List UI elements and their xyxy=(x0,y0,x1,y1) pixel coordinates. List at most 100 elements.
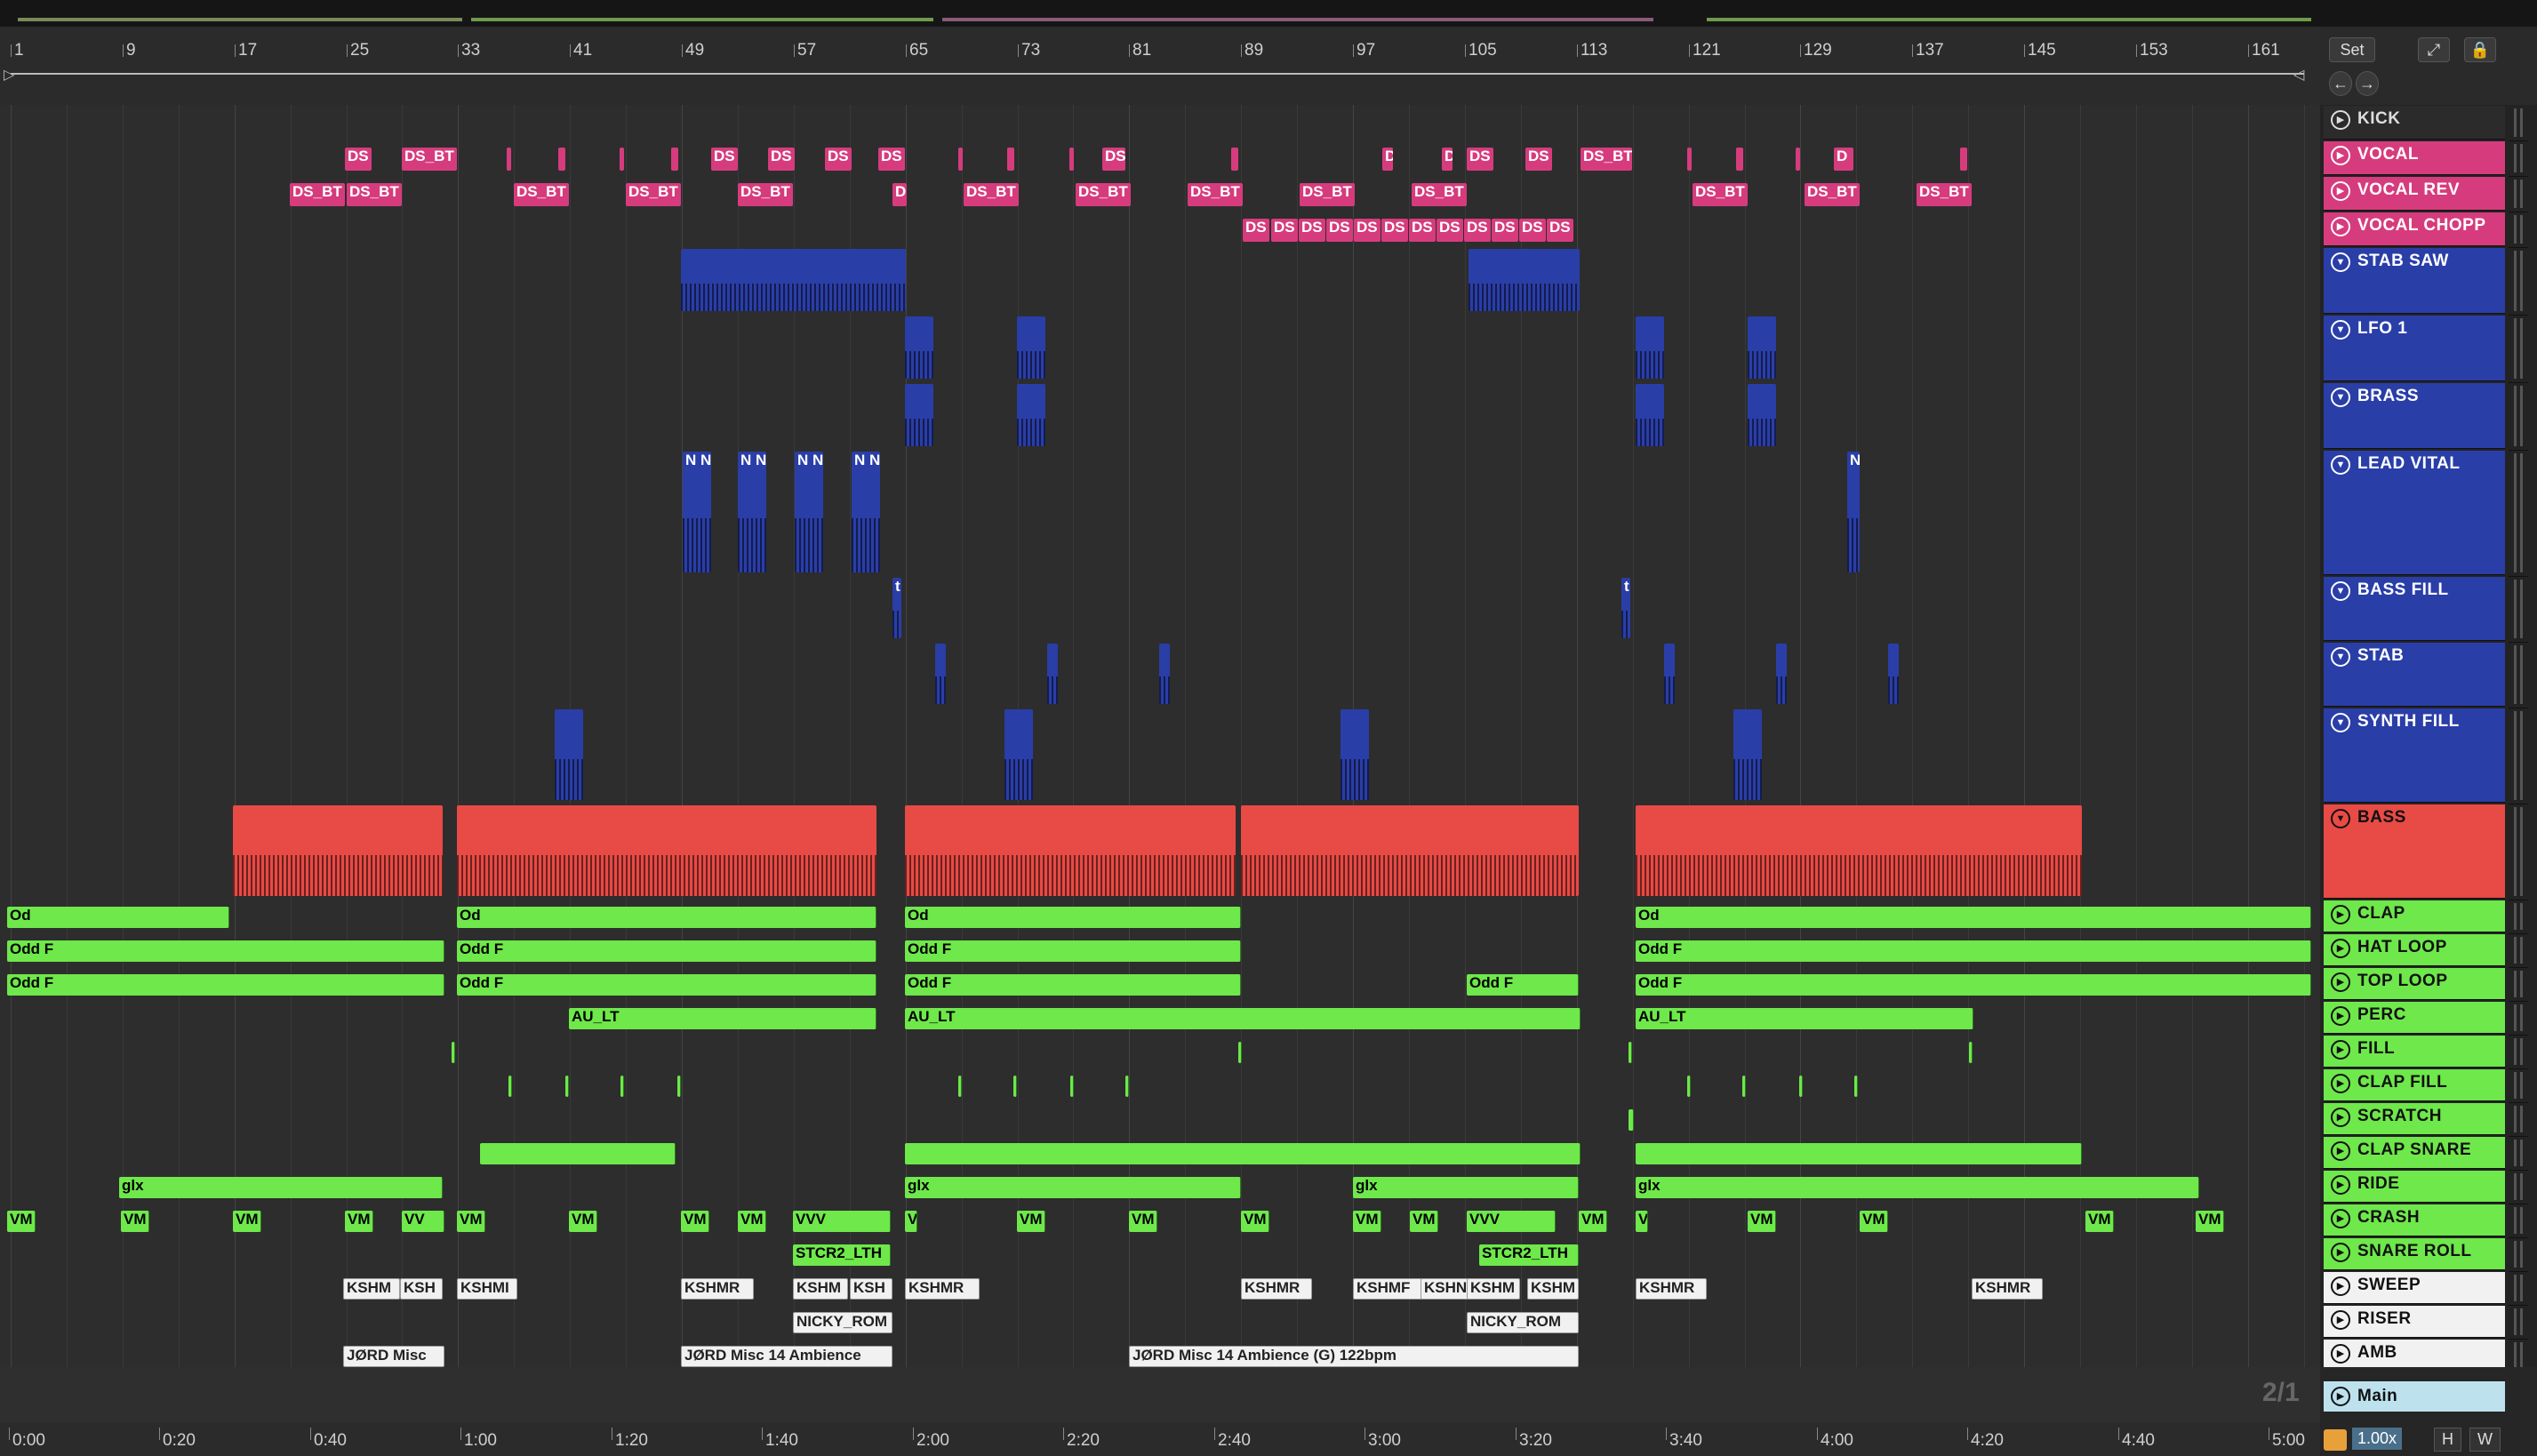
clip[interactable]: DS_BT xyxy=(1412,183,1467,206)
loop-brace[interactable] xyxy=(11,73,2304,75)
clip[interactable]: KSHM xyxy=(1467,1278,1520,1300)
clip[interactable]: DS xyxy=(768,148,795,171)
clip[interactable]: Od xyxy=(457,907,876,928)
waveform-icon[interactable] xyxy=(2324,1429,2347,1451)
lane-synth-fill[interactable] xyxy=(0,708,2320,804)
clip[interactable] xyxy=(1636,384,1664,446)
clip[interactable]: DS_BT xyxy=(1917,183,1972,206)
track-fold-icon[interactable]: ▼ xyxy=(2331,320,2350,340)
clip[interactable]: KSHMF xyxy=(1353,1278,1422,1300)
clip[interactable]: Odd F xyxy=(7,940,444,962)
track-header-clap-snare[interactable]: ▶ CLAP SNARE xyxy=(2324,1137,2505,1169)
clip[interactable]: DS_BT xyxy=(964,183,1019,206)
loop-marker-icon[interactable]: ◁ xyxy=(2293,66,2304,84)
clip[interactable]: DS xyxy=(1381,219,1408,242)
clip[interactable]: DS xyxy=(1492,219,1518,242)
track-play-icon[interactable]: ▶ xyxy=(2331,939,2350,958)
clip[interactable] xyxy=(1469,249,1580,311)
clip[interactable]: VM xyxy=(1860,1211,1888,1232)
clip[interactable]: Odd F xyxy=(7,974,444,996)
clip[interactable] xyxy=(1007,148,1014,171)
clip[interactable]: t xyxy=(1621,578,1630,638)
clip[interactable]: glx xyxy=(905,1177,1241,1198)
clip[interactable] xyxy=(565,1076,569,1097)
lane-crash[interactable]: VM VM VM VM VV VM VM VM VM VVV V VM VM VM VM VM VVV VM V VM… xyxy=(0,1204,2320,1238)
clip[interactable] xyxy=(1969,1042,1973,1063)
lane-riser[interactable]: NICKY_ROM NICKY_ROM xyxy=(0,1305,2320,1340)
clip[interactable]: JØRD Misc xyxy=(343,1346,444,1367)
track-play-icon[interactable]: ▶ xyxy=(2331,1141,2350,1161)
track-play-icon[interactable]: ▶ xyxy=(2331,1175,2350,1195)
clip[interactable]: N N xyxy=(683,452,711,572)
track-header-sweep[interactable]: ▶ SWEEP xyxy=(2324,1272,2505,1304)
track-header-lfo-1[interactable]: ▼ LFO 1 xyxy=(2324,316,2505,381)
clip[interactable]: V xyxy=(1636,1211,1648,1232)
clip[interactable]: NICKY_ROM xyxy=(1467,1312,1579,1333)
clip[interactable] xyxy=(1776,644,1787,704)
set-button[interactable]: Set xyxy=(2329,37,2375,62)
clip[interactable]: VM xyxy=(1241,1211,1269,1232)
track-play-icon[interactable]: ▶ xyxy=(2331,217,2350,236)
clip[interactable] xyxy=(558,148,565,171)
lane-lead-vital[interactable]: N NN NN NN NN xyxy=(0,450,2320,577)
track-play-icon[interactable]: ▶ xyxy=(2331,1040,2350,1060)
clip[interactable] xyxy=(508,1076,512,1097)
clip[interactable]: KSHM xyxy=(793,1278,848,1300)
lane-sweep[interactable]: KSHM KSH KSHMI KSHMR KSHM KSH KSHMR KSHMR KSHMF K… xyxy=(0,1271,2320,1306)
clip[interactable]: DS xyxy=(1525,148,1552,171)
lane-top-loop[interactable]: Odd F Odd F Odd F Odd F Odd F xyxy=(0,967,2320,1002)
clip[interactable]: DS_BT xyxy=(347,183,402,206)
clip[interactable]: VV xyxy=(402,1211,444,1232)
clip[interactable] xyxy=(1796,148,1800,171)
clip[interactable] xyxy=(1629,1042,1632,1063)
clip[interactable]: DS xyxy=(711,148,738,171)
clip[interactable]: D xyxy=(1382,148,1393,171)
clip[interactable] xyxy=(1241,805,1579,896)
w-button[interactable]: W xyxy=(2469,1428,2501,1452)
clip[interactable] xyxy=(1733,709,1762,800)
clip[interactable] xyxy=(1017,316,1045,379)
clip[interactable]: DS xyxy=(1102,148,1125,171)
clip[interactable]: VM xyxy=(1353,1211,1381,1232)
clip[interactable]: KSHMR xyxy=(1636,1278,1707,1300)
track-fold-icon[interactable]: ▼ xyxy=(2331,388,2350,407)
lane-bass-fill[interactable]: tt xyxy=(0,576,2320,643)
beat-time-ruler[interactable]: 1 9 17 25 33 41 49 57 65 73 81 89 97 105 113 121 129 137 1… xyxy=(0,27,2320,106)
track-fold-icon[interactable]: ▼ xyxy=(2331,252,2350,272)
track-header-vocal-rev[interactable]: ▶ VOCAL REV xyxy=(2324,177,2505,211)
zoom-level[interactable]: 1.00x xyxy=(2352,1428,2403,1450)
clip[interactable] xyxy=(1013,1076,1017,1097)
clip[interactable]: DS_BT xyxy=(626,183,681,206)
arrow-right-icon[interactable]: → xyxy=(2356,71,2379,96)
lane-fill[interactable] xyxy=(0,1035,2320,1069)
clip[interactable]: Odd F xyxy=(1636,974,2311,996)
clip[interactable]: Odd F xyxy=(905,974,1241,996)
lane-ride[interactable]: glx glx glx glx xyxy=(0,1170,2320,1204)
clip[interactable]: DS xyxy=(1467,148,1493,171)
loop-marker-icon[interactable]: ▷ xyxy=(4,66,14,84)
clip[interactable]: AU_LT xyxy=(569,1008,876,1029)
clip[interactable]: glx xyxy=(1353,1177,1579,1198)
clip[interactable]: t xyxy=(892,578,901,638)
clip[interactable]: DS xyxy=(1243,219,1269,242)
clip[interactable]: KSH xyxy=(850,1278,892,1300)
clip[interactable]: VM xyxy=(681,1211,709,1232)
clip[interactable] xyxy=(1231,148,1238,171)
track-header-clap[interactable]: ▶ CLAP xyxy=(2324,900,2505,932)
clip[interactable]: glx xyxy=(1636,1177,2199,1198)
clip[interactable]: Odd F xyxy=(905,940,1241,962)
clip[interactable] xyxy=(480,1143,676,1164)
clip[interactable] xyxy=(1159,644,1170,704)
clip[interactable]: KSHM xyxy=(1527,1278,1579,1300)
clip[interactable]: DS xyxy=(345,148,372,171)
clip[interactable]: N N xyxy=(795,452,823,572)
clip[interactable] xyxy=(1687,1076,1691,1097)
clip[interactable]: KSHMI xyxy=(457,1278,517,1300)
clip[interactable] xyxy=(620,148,624,171)
lane-vocal[interactable]: DS DS_BT DS DS DS DS DS D D DS DS DS_BT D xyxy=(0,140,2320,177)
track-header-stab[interactable]: ▼ STAB xyxy=(2324,643,2505,707)
track-fold-icon[interactable]: ▼ xyxy=(2331,581,2350,601)
clip[interactable]: AU_LT xyxy=(1636,1008,1973,1029)
clip[interactable]: N N xyxy=(852,452,880,572)
track-play-icon[interactable]: ▶ xyxy=(2331,1074,2350,1093)
